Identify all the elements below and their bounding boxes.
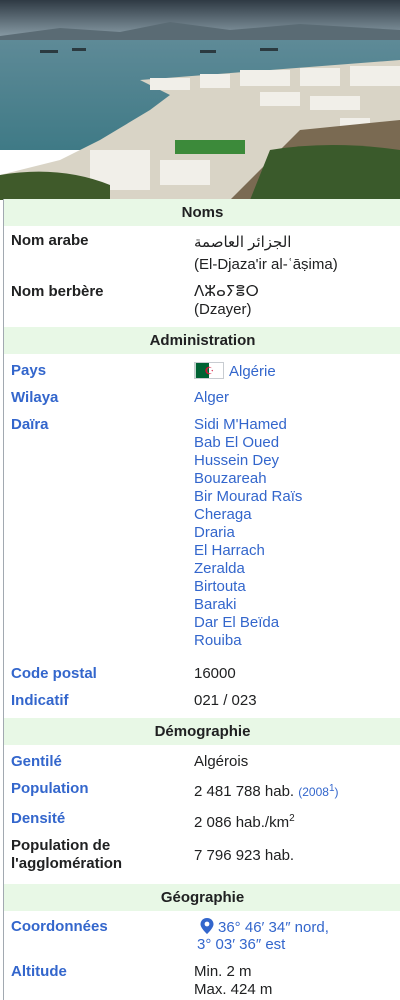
daira-link[interactable]: Zeralda [194, 560, 302, 578]
value-pays: Algérie [194, 362, 276, 381]
value-nom-berbere-translit: (Dzayer) [194, 301, 252, 318]
section-header-noms: Noms [4, 199, 400, 226]
daira-link[interactable]: Rouiba [194, 632, 302, 650]
coordinates-line1[interactable]: 36° 46′ 34″ nord, [218, 919, 329, 936]
label-code-postal[interactable]: Code postal [11, 665, 97, 683]
label-wilaya[interactable]: Wilaya [11, 389, 58, 407]
label-daira[interactable]: Daïra [11, 416, 49, 434]
value-code-postal: 16000 [194, 665, 236, 682]
section-header-geographie: Géographie [4, 884, 400, 911]
value-indicatif: 021 / 023 [194, 692, 257, 709]
label-gentile[interactable]: Gentilé [11, 753, 62, 771]
label-agglomeration-line1: Population de [11, 837, 111, 854]
daira-link[interactable]: Baraki [194, 596, 302, 614]
label-altitude[interactable]: Altitude [11, 963, 67, 981]
daira-link[interactable]: Dar El Beïda [194, 614, 302, 632]
value-coordonnees[interactable]: 36° 46′ 34″ nord, [200, 918, 329, 937]
value-nom-arabe: الجزائر العاصمة [194, 234, 292, 251]
value-nom-arabe-translit: (El-Djaza'ir al-ʿāṣima) [194, 256, 338, 273]
link-algerie[interactable]: Algérie [229, 363, 276, 380]
value-population: 2 481 788 hab. (20081) [194, 780, 339, 801]
daira-link[interactable]: Hussein Dey [194, 452, 302, 470]
label-coordonnees[interactable]: Coordonnées [11, 918, 108, 936]
label-indicatif[interactable]: Indicatif [11, 692, 69, 710]
city-photo[interactable] [0, 0, 400, 200]
value-gentile: Algérois [194, 753, 249, 770]
label-nom-arabe: Nom arabe [11, 232, 89, 249]
population-year-link[interactable]: (20081) [298, 783, 338, 799]
label-nom-berbere: Nom berbère [11, 283, 104, 300]
value-altitude-min: Min. 2 m [194, 963, 252, 980]
daira-link[interactable]: El Harrach [194, 542, 302, 560]
daira-list: Sidi M'Hamed Bab El Oued Hussein Dey Bouzar… [194, 416, 302, 650]
daira-link[interactable]: Draria [194, 524, 302, 542]
daira-link[interactable]: Bab El Oued [194, 434, 302, 452]
label-population[interactable]: Population [11, 780, 89, 798]
value-densite: 2 086 hab./km2 [194, 813, 295, 831]
label-pays[interactable]: Pays [11, 362, 46, 380]
map-pin-icon[interactable] [200, 918, 214, 934]
infobox: Noms Nom arabe الجزائر العاصمة (El-Djaza… [3, 199, 400, 1000]
label-agglomeration-line2: l'agglomération [11, 855, 123, 872]
section-header-demographie: Démographie [4, 718, 400, 745]
label-densite[interactable]: Densité [11, 810, 65, 828]
section-header-administration: Administration [4, 327, 400, 354]
link-alger[interactable]: Alger [194, 389, 229, 406]
daira-link[interactable]: Cheraga [194, 506, 302, 524]
coordinates-line2[interactable]: 3° 03′ 36″ est [197, 936, 285, 953]
daira-link[interactable]: Sidi M'Hamed [194, 416, 302, 434]
daira-link[interactable]: Birtouta [194, 578, 302, 596]
algeria-flag-icon [194, 362, 224, 379]
value-nom-berbere: ⴷⵣⴰⵢⴻⵔ [194, 283, 259, 300]
value-altitude-max: Max. 424 m [194, 981, 273, 998]
daira-link[interactable]: Bouzareah [194, 470, 302, 488]
value-agglomeration: 7 796 923 hab. [194, 847, 295, 864]
daira-link[interactable]: Bir Mourad Raïs [194, 488, 302, 506]
population-number: 2 481 788 hab. [194, 783, 295, 800]
